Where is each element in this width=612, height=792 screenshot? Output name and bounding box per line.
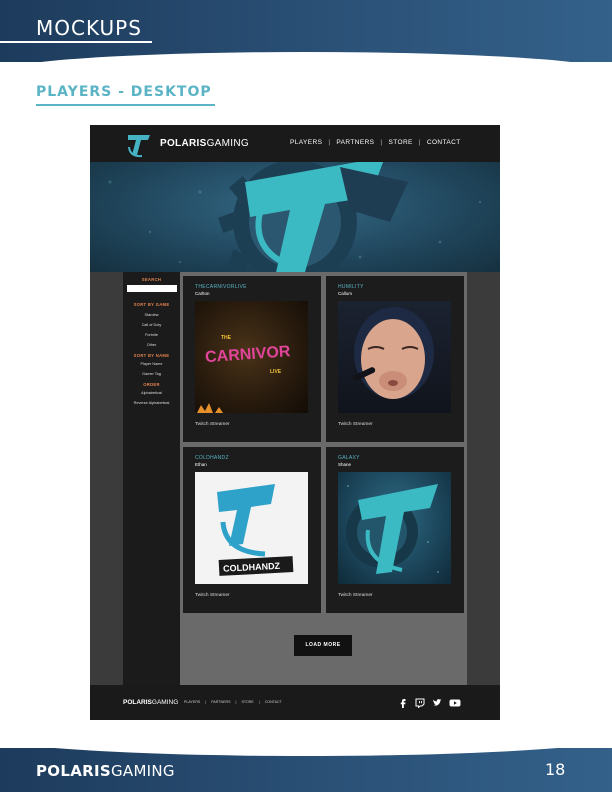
polaris-logo-icon[interactable] [124,129,154,159]
player-card[interactable]: HUMILITY Callum Twitch Streamer [326,276,464,442]
player-gamertag: HUMILITY [338,284,364,290]
document-footer: POLARISGAMING 18 [0,748,612,792]
player-gamertag: THECARNIVORLIVE [195,284,247,290]
facebook-icon[interactable] [398,695,408,708]
sort-gamer-tag[interactable]: Gamer Tag [123,372,180,376]
search-heading: SEARCH [141,277,162,282]
carnivor-image-the: THE [221,335,232,341]
filter-game-stardew[interactable]: Stardew [123,313,180,317]
twitch-icon[interactable] [415,695,425,709]
filter-sidebar: SEARCH SORT BY GAME Stardew Call of Duty… [123,272,180,685]
site-navbar: POLARISGAMING PLAYERS | PARTNERS | STORE… [90,125,500,162]
player-name: Ethan [195,462,207,467]
logo-light: GAMING [206,138,249,149]
order-heading: ORDER [143,382,160,387]
player-photo-humility [338,301,451,413]
nav-separator: | [418,139,421,146]
carnivor-image-title: CARNIVOR [205,343,292,366]
player-role: Twitch Streamer [338,422,373,427]
footer-site-logo[interactable]: POLARISGAMING [123,699,178,706]
sort-by-game-heading: SORT BY GAME [133,302,170,307]
nav-separator: | [328,139,331,146]
section-title-underline [36,104,215,106]
order-alphabetical[interactable]: Alphabetical [123,391,180,395]
sort-player-name[interactable]: Player Name [123,362,180,366]
player-name: Carlton [195,291,210,296]
filter-game-fortnite[interactable]: Fortnite [123,333,180,337]
player-card[interactable]: COLDHANDZ Ethan COLDHANDZ Twitch Streame… [183,447,321,613]
footer-brand-bold: POLARIS [36,762,111,780]
player-gamertag: GALAXY [338,455,360,461]
logo-bold: POLARIS [160,138,207,149]
footer-nav-contact[interactable]: CONTACT [265,700,282,704]
page-number: 18 [545,760,566,779]
footer-brand-light: GAMING [110,762,175,780]
nav-players[interactable]: PLAYERS [290,139,322,146]
nav-contact[interactable]: CONTACT [427,139,461,146]
header-wave [0,52,612,72]
nav-separator: | [380,139,383,146]
player-card[interactable]: GALAXY Shane Twitch Streamer [326,447,464,613]
footer-logo-light: GAMING [151,699,179,706]
search-input[interactable] [126,285,177,292]
player-role: Twitch Streamer [338,593,373,598]
carnivor-image-live: LIVE [270,369,282,375]
footer-nav-players[interactable]: PLAYERS [184,700,200,704]
footer-logo-bold: POLARIS [123,699,152,706]
desktop-mockup: POLARISGAMING PLAYERS | PARTNERS | STORE… [90,125,500,720]
player-image-coldhandz: COLDHANDZ [195,472,308,584]
document-footer-brand: POLARISGAMING [36,762,175,780]
player-role: Twitch Streamer [195,593,230,598]
footer-wave [0,748,612,756]
player-role: Twitch Streamer [195,422,230,427]
section-title: PLAYERS - DESKTOP [36,84,212,100]
footer-nav-partners[interactable]: PARTNERS [211,700,230,704]
player-image-carnivor: THE CARNIVOR LIVE [195,301,308,413]
player-gamertag: COLDHANDZ [195,455,229,461]
document-title-underline [0,41,152,43]
footer-nav-separator: | [235,700,237,704]
nav-partners[interactable]: PARTNERS [336,139,374,146]
site-menu: PLAYERS | PARTNERS | STORE | CONTACT [290,139,461,146]
site-footer: POLARISGAMING PLAYERS | PARTNERS | STORE… [90,685,500,720]
filter-game-other[interactable]: Other [123,343,180,347]
document-title: MOCKUPS [36,16,142,40]
footer-menu: PLAYERS | PARTNERS | STORE | CONTACT [184,700,282,704]
site-logo-text[interactable]: POLARISGAMING [160,138,249,149]
order-reverse-alphabetical[interactable]: Reverse Alphabetical [123,401,180,405]
footer-nav-separator: | [205,700,207,704]
social-links [398,695,461,709]
youtube-icon[interactable] [449,695,461,707]
players-grid: THECARNIVORLIVE Carlton THE CARNIVOR LIV… [180,272,467,685]
hero-logo-graphic [108,162,482,272]
footer-nav-store[interactable]: STORE [241,700,253,704]
player-image-galaxy [338,472,451,584]
load-more-button[interactable]: LOAD MORE [294,635,352,656]
sort-by-name-heading: SORT BY NAME [133,353,170,358]
hero-banner [90,162,500,272]
filter-game-call-of-duty[interactable]: Call of Duty [123,323,180,327]
player-name: Shane [338,462,352,467]
footer-nav-separator: | [258,700,260,704]
player-name: Callum [338,291,353,296]
nav-store[interactable]: STORE [389,139,413,146]
twitter-icon[interactable] [432,695,442,706]
player-card[interactable]: THECARNIVORLIVE Carlton THE CARNIVOR LIV… [183,276,321,442]
